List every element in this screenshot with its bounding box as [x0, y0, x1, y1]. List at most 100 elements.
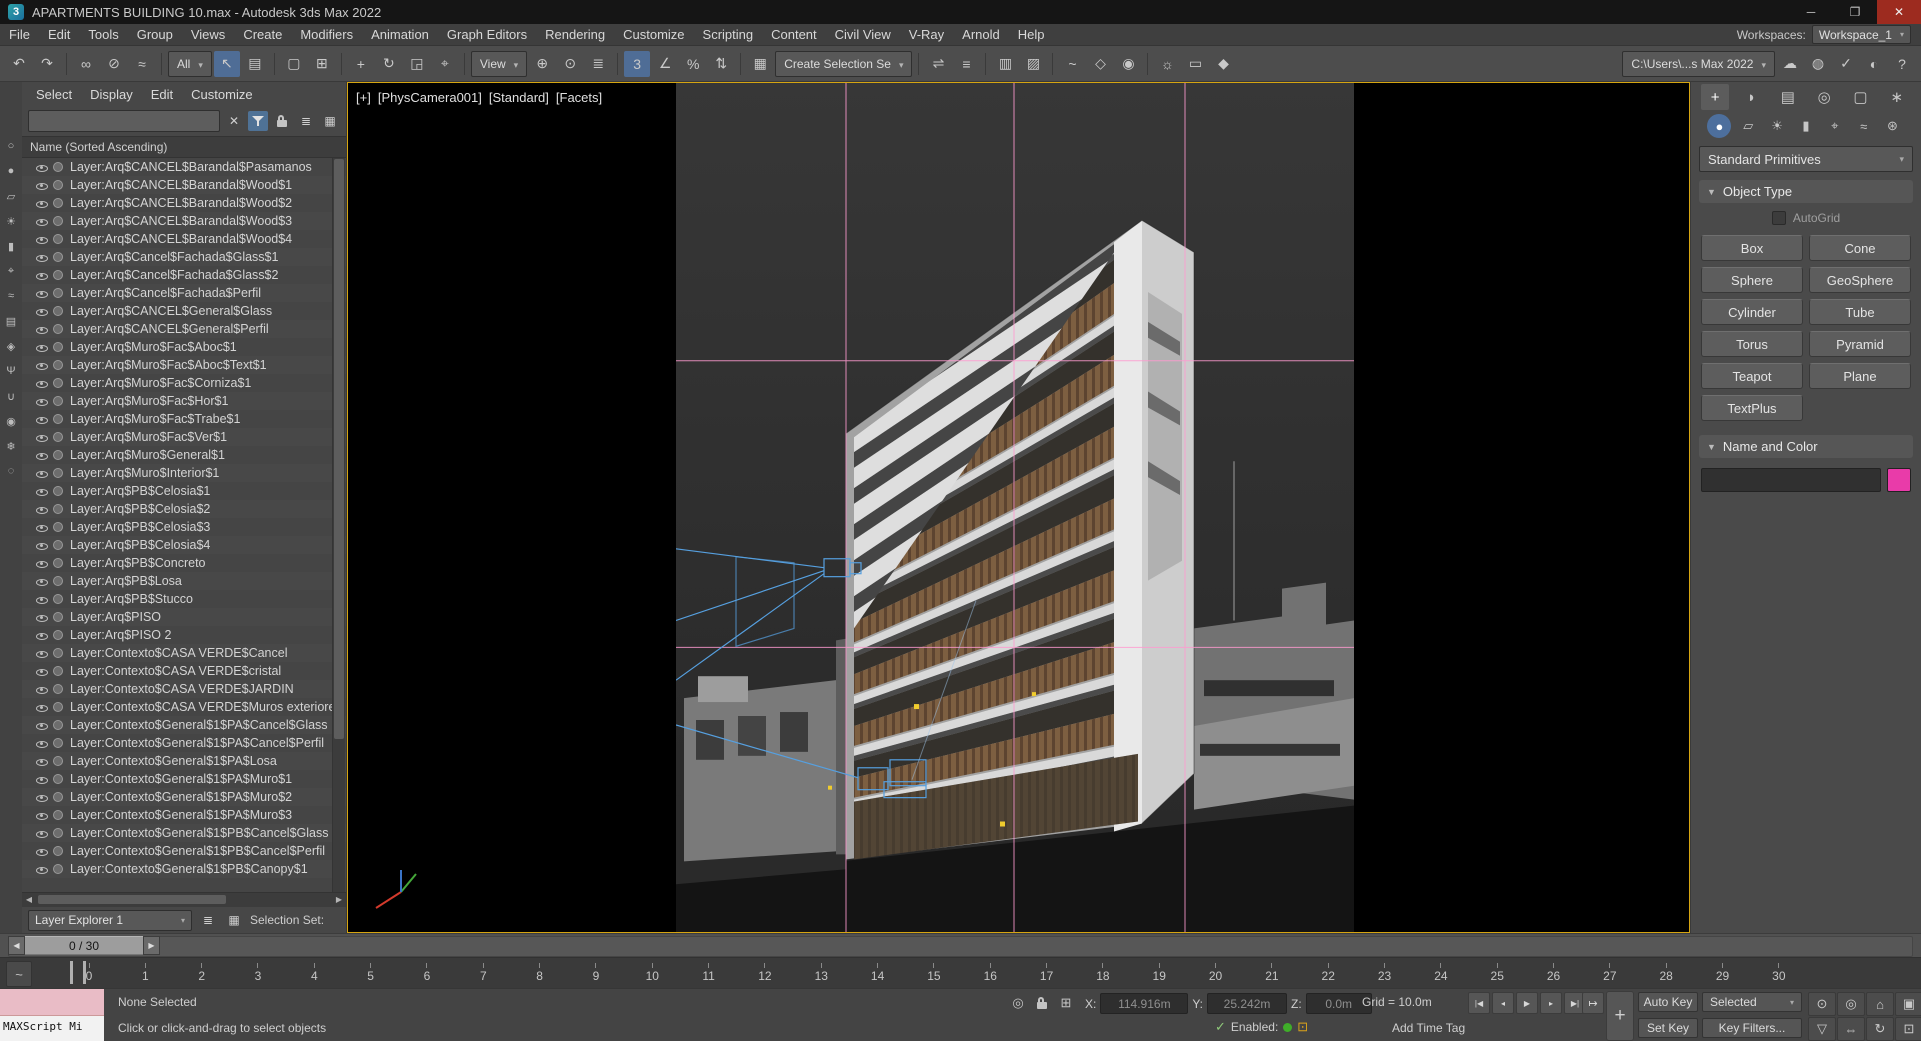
previous-frame-button[interactable]: ◂ — [1492, 992, 1514, 1014]
freeze-dot-icon[interactable] — [53, 324, 63, 334]
name-and-color-rollout[interactable]: ▼ Name and Color — [1699, 435, 1913, 458]
previous-frame-arrow-icon[interactable]: ◀ — [8, 936, 25, 955]
freeze-dot-icon[interactable] — [53, 630, 63, 640]
visibility-eye-icon[interactable] — [36, 180, 48, 191]
freeze-dot-icon[interactable] — [53, 270, 63, 280]
timeline-tick[interactable]: 16 — [977, 963, 1003, 983]
explorer-list-icon[interactable]: ≣ — [198, 910, 218, 930]
keyboard-shortcut-override-icon[interactable]: ≣ — [585, 51, 611, 77]
visibility-eye-icon[interactable] — [36, 252, 48, 263]
freeze-dot-icon[interactable] — [53, 378, 63, 388]
rectangular-selection-region-icon[interactable]: ▢ — [281, 51, 307, 77]
layer-row[interactable]: Layer:Arq$CANCEL$Barandal$Pasamanos — [22, 158, 346, 176]
visibility-eye-icon[interactable] — [36, 378, 48, 389]
layer-row[interactable]: Layer:Arq$Cancel$Fachada$Perfil — [22, 284, 346, 302]
layer-row[interactable]: Layer:Contexto$General$1$PA$Cancel$Glass — [22, 716, 346, 734]
layer-row[interactable]: Layer:Arq$CANCEL$Barandal$Wood$2 — [22, 194, 346, 212]
select-by-name-icon[interactable]: ▤ — [242, 51, 268, 77]
freeze-dot-icon[interactable] — [53, 252, 63, 262]
layer-row[interactable]: Layer:Arq$Muro$Interior$1 — [22, 464, 346, 482]
explorer-search-input[interactable] — [28, 110, 220, 132]
undo-icon[interactable]: ↶ — [6, 51, 32, 77]
visibility-eye-icon[interactable] — [36, 468, 48, 479]
add-time-tag[interactable]: Add Time Tag — [1392, 1021, 1465, 1035]
redo-icon[interactable]: ↷ — [34, 51, 60, 77]
freeze-dot-icon[interactable] — [53, 342, 63, 352]
layer-row[interactable]: Layer:Arq$Muro$Fac$Hor$1 — [22, 392, 346, 410]
layer-row[interactable]: Layer:Arq$PB$Celosia$2 — [22, 500, 346, 518]
clear-search-icon[interactable]: ✕ — [224, 111, 244, 131]
display-xrefs-icon[interactable]: ◈ — [3, 338, 19, 354]
visibility-eye-icon[interactable] — [36, 792, 48, 803]
visibility-eye-icon[interactable] — [36, 414, 48, 425]
layer-row[interactable]: Layer:Arq$CANCEL$General$Perfil — [22, 320, 346, 338]
menu-item[interactable]: Scripting — [694, 24, 763, 46]
utilities-tab[interactable]: ∗ — [1883, 84, 1911, 110]
object-color-swatch[interactable] — [1887, 468, 1911, 492]
mirror-icon[interactable]: ⇌ — [925, 51, 951, 77]
explorer-grid-icon[interactable]: ▦ — [224, 910, 244, 930]
timeline-tick[interactable]: 3 — [245, 963, 271, 983]
freeze-dot-icon[interactable] — [53, 828, 63, 838]
layer-row[interactable]: Layer:Contexto$General$1$PA$Losa — [22, 752, 346, 770]
freeze-dot-icon[interactable] — [53, 234, 63, 244]
display-containers-icon[interactable]: ∪ — [3, 388, 19, 404]
visibility-eye-icon[interactable] — [36, 198, 48, 209]
display-frozen-icon[interactable]: ❄ — [3, 438, 19, 454]
render-production-icon[interactable]: ◆ — [1210, 51, 1236, 77]
freeze-dot-icon[interactable] — [53, 288, 63, 298]
rendered-frame-window-icon[interactable]: ▭ — [1182, 51, 1208, 77]
viewport-canvas[interactable]: [+] [PhysCamera001] [Standard] [Facets] — [347, 82, 1690, 933]
key-filters-button[interactable]: Key Filters... — [1702, 1018, 1802, 1038]
freeze-dot-icon[interactable] — [53, 792, 63, 802]
curve-editor-icon[interactable]: ~ — [1059, 51, 1085, 77]
freeze-dot-icon[interactable] — [53, 666, 63, 676]
timeline-tick[interactable]: 17 — [1034, 963, 1060, 983]
filter-icon[interactable] — [248, 111, 268, 131]
next-frame-button[interactable]: ▸ — [1540, 992, 1562, 1014]
visibility-eye-icon[interactable] — [36, 684, 48, 695]
freeze-dot-icon[interactable] — [53, 396, 63, 406]
select-and-rotate-icon[interactable]: ↻ — [376, 51, 402, 77]
go-to-start-button[interactable]: |◀ — [1468, 992, 1490, 1014]
macro-recorder-pane[interactable] — [0, 989, 104, 1016]
freeze-dot-icon[interactable] — [53, 774, 63, 784]
visibility-eye-icon[interactable] — [36, 324, 48, 335]
timeline-tick[interactable]: 20 — [1203, 963, 1229, 983]
layer-row[interactable]: Layer:Arq$Muro$Fac$Aboc$1 — [22, 338, 346, 356]
layer-row[interactable]: Layer:Arq$PB$Celosia$1 — [22, 482, 346, 500]
visibility-eye-icon[interactable] — [36, 702, 48, 713]
freeze-dot-icon[interactable] — [53, 360, 63, 370]
timeline-tick[interactable]: 23 — [1372, 963, 1398, 983]
layer-row[interactable]: Layer:Arq$PB$Losa — [22, 572, 346, 590]
freeze-dot-icon[interactable] — [53, 846, 63, 856]
visibility-eye-icon[interactable] — [36, 522, 48, 533]
select-and-scale-icon[interactable]: ◲ — [404, 51, 430, 77]
vertical-scrollbar[interactable] — [332, 158, 345, 892]
layer-row[interactable]: Layer:Contexto$General$1$PA$Muro$3 — [22, 806, 346, 824]
explorer-menu-item[interactable]: Customize — [183, 87, 260, 102]
window-crossing-icon[interactable]: ⊞ — [309, 51, 335, 77]
hierarchy-view-icon[interactable]: ≣ — [296, 111, 316, 131]
next-frame-arrow-icon[interactable]: ▶ — [143, 936, 160, 955]
visibility-eye-icon[interactable] — [36, 612, 48, 623]
layer-row[interactable]: Layer:Arq$Muro$Fac$Trabe$1 — [22, 410, 346, 428]
geometry-category-icon[interactable]: ● — [1707, 114, 1732, 138]
visibility-eye-icon[interactable] — [36, 558, 48, 569]
visibility-eye-icon[interactable] — [36, 756, 48, 767]
timeline-tick[interactable]: 8 — [527, 963, 553, 983]
visibility-eye-icon[interactable] — [36, 342, 48, 353]
visibility-eye-icon[interactable] — [36, 360, 48, 371]
viewport-shading-menu[interactable]: [Facets] — [556, 90, 602, 105]
systems-category-icon[interactable]: ⊛ — [1880, 114, 1904, 138]
visibility-eye-icon[interactable] — [36, 594, 48, 605]
menu-item[interactable]: Arnold — [953, 24, 1009, 46]
selection-lock-icon[interactable] — [1032, 993, 1052, 1013]
display-tab[interactable]: ▢ — [1846, 84, 1874, 110]
toggle-scene-explorer-icon[interactable]: ▥ — [992, 51, 1018, 77]
layer-row[interactable]: Layer:Arq$PISO — [22, 608, 346, 626]
visibility-eye-icon[interactable] — [36, 810, 48, 821]
scrollbar-thumb[interactable] — [38, 895, 226, 904]
scrollbar-thumb[interactable] — [334, 159, 344, 739]
visibility-eye-icon[interactable] — [36, 720, 48, 731]
